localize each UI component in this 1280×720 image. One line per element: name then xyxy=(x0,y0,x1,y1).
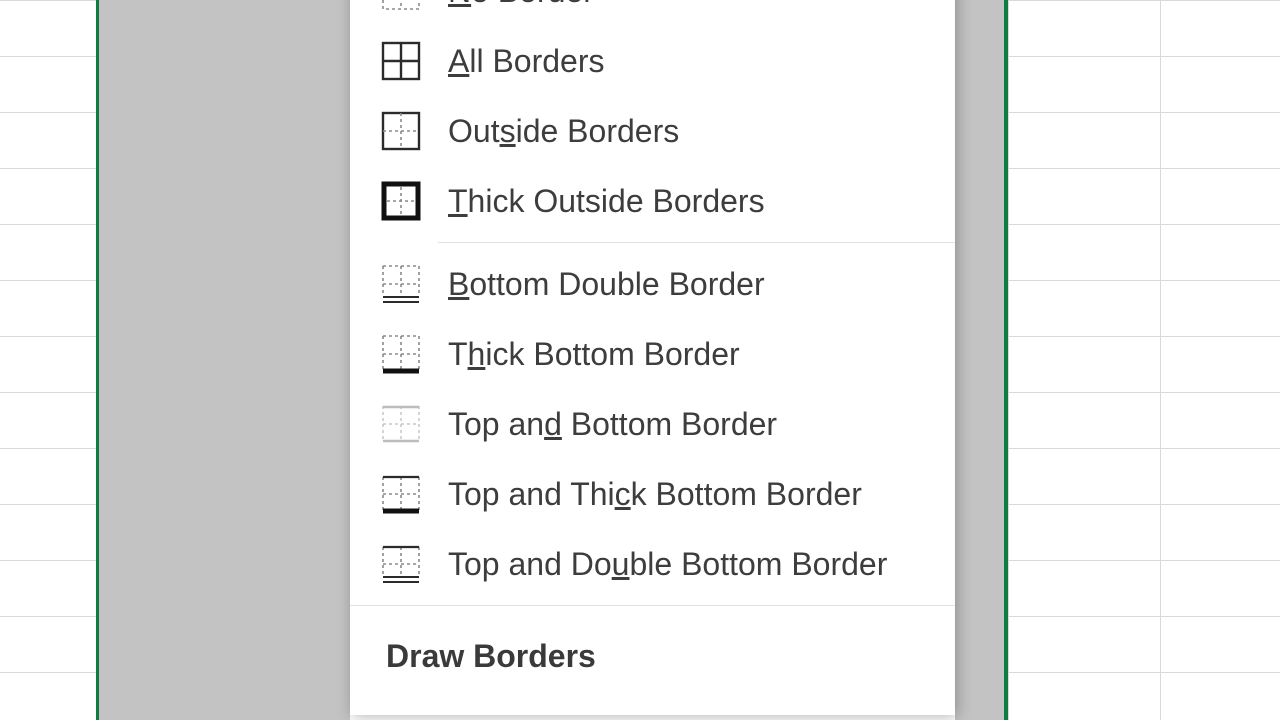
menu-separator xyxy=(438,242,955,243)
menu-item-top-and-bottom-border[interactable]: Top and Bottom Border xyxy=(350,389,955,459)
top-and-bottom-border-icon xyxy=(380,403,422,445)
selected-column[interactable] xyxy=(955,0,1004,720)
selected-column[interactable] xyxy=(96,0,248,720)
menu-item-top-double-bottom-border[interactable]: Top and Double Bottom Border xyxy=(350,529,955,599)
all-borders-icon xyxy=(380,40,422,82)
col-gridline xyxy=(1008,0,1009,720)
menu-item-label: All Borders xyxy=(448,45,605,77)
thick-outside-borders-icon xyxy=(380,180,422,222)
menu-item-thick-bottom-border[interactable]: Thick Bottom Border xyxy=(350,319,955,389)
thick-bottom-border-icon xyxy=(380,333,422,375)
selection-border xyxy=(96,0,99,720)
menu-section-header: Draw Borders xyxy=(350,612,955,675)
top-double-bottom-border-icon xyxy=(380,543,422,585)
menu-separator xyxy=(350,605,955,606)
menu-item-label: Thick Bottom Border xyxy=(448,338,740,370)
col-gridline xyxy=(1160,0,1161,720)
menu-item-top-thick-bottom-border[interactable]: Top and Thick Bottom Border xyxy=(350,459,955,529)
menu-item-label: Thick Outside Borders xyxy=(448,185,765,217)
no-border-icon xyxy=(380,0,422,12)
menu-item-label: No Border xyxy=(448,0,594,7)
menu-item-label: Outside Borders xyxy=(448,115,679,147)
top-thick-bottom-border-icon xyxy=(380,473,422,515)
menu-item-label: Top and Thick Bottom Border xyxy=(448,478,862,510)
outside-borders-icon xyxy=(380,110,422,152)
borders-dropdown-menu: No Border All Borders xyxy=(350,0,955,715)
menu-item-thick-outside-borders[interactable]: Thick Outside Borders xyxy=(350,166,955,236)
selected-column[interactable] xyxy=(248,0,350,720)
menu-item-all-borders[interactable]: All Borders xyxy=(350,26,955,96)
menu-item-no-border[interactable]: No Border xyxy=(350,0,955,26)
menu-item-label: Top and Double Bottom Border xyxy=(448,548,887,580)
menu-item-label: Top and Bottom Border xyxy=(448,408,777,440)
menu-item-outside-borders[interactable]: Outside Borders xyxy=(350,96,955,166)
bottom-double-border-icon xyxy=(380,263,422,305)
menu-item-bottom-double-border[interactable]: Bottom Double Border xyxy=(350,249,955,319)
menu-item-label: Bottom Double Border xyxy=(448,268,765,300)
selection-border xyxy=(1004,0,1008,720)
